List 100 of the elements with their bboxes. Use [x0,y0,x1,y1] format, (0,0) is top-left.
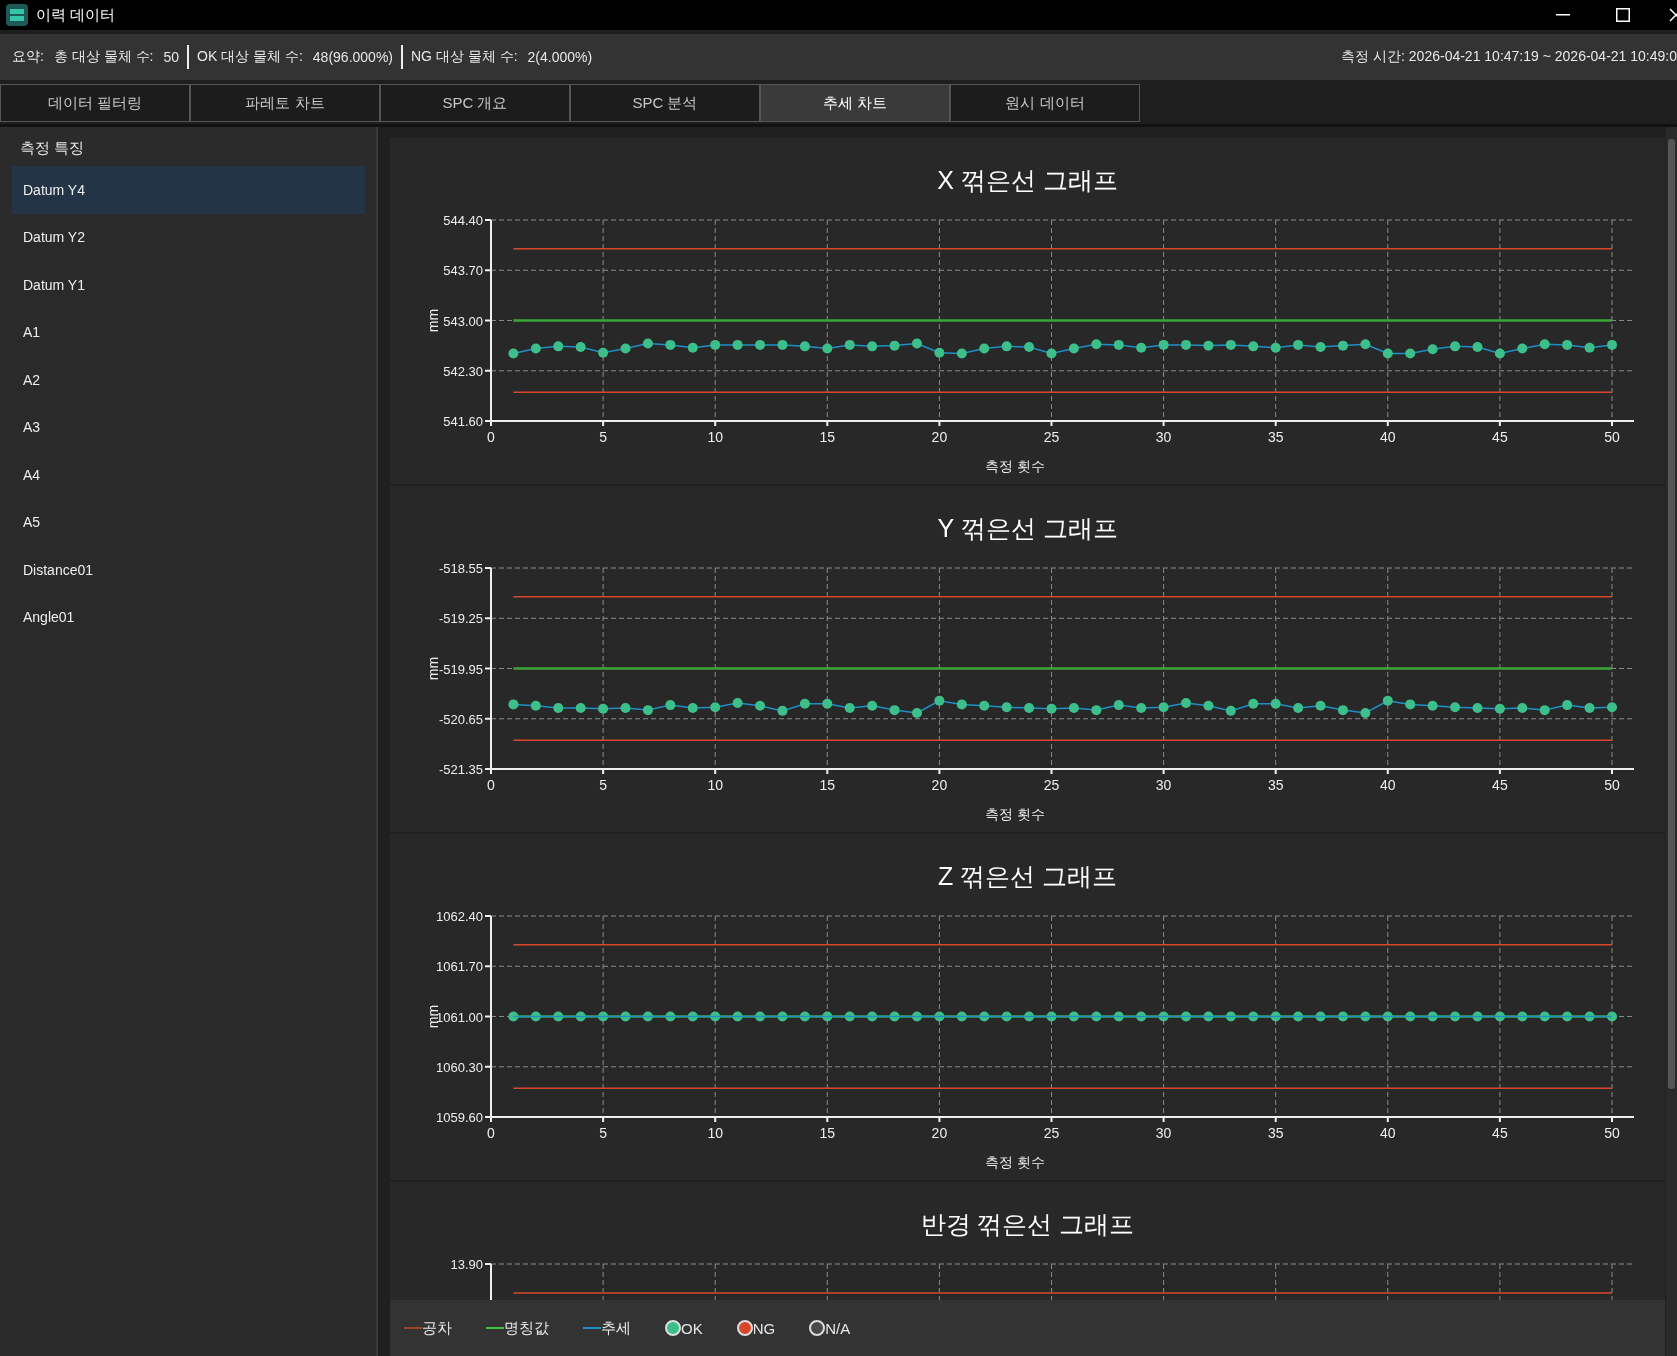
axis-tick-label: 544.40 [443,213,483,228]
axis-tick-label: -520.65 [438,711,483,727]
data-point [1248,698,1259,709]
tab[interactable]: 데이터 필터링 [0,84,190,122]
data-point [1225,1011,1236,1022]
axis-tick-label: 30 [1155,1125,1172,1141]
scrollbar[interactable] [1666,127,1677,1356]
axis-tick-label: 1061.70 [436,959,483,975]
axis-tick-label: 0 [487,1125,495,1141]
data-point [1024,342,1035,353]
data-point [1315,342,1326,353]
list-item[interactable]: A1 [12,308,365,356]
data-point [822,698,833,709]
data-point [934,695,945,706]
axis-tick-label: 543.00 [443,313,483,329]
data-point [710,702,721,713]
axis-tick-label: 0 [487,777,495,793]
data-point [1607,702,1617,713]
data-point [1293,1011,1304,1022]
axis-tick-label: 5 [599,1125,607,1141]
tab[interactable]: 추세 차트 [760,84,950,122]
data-point [799,1011,810,1022]
axis-tick-label: 40 [1380,429,1396,445]
data-point [1450,341,1461,352]
data-point [1203,700,1214,711]
tab[interactable]: 파레토 차트 [190,84,380,122]
axis-tick-label: 50 [1604,429,1620,445]
data-point [844,339,855,350]
data-point [912,1011,922,1022]
axis-tick-label: 15 [819,777,836,793]
data-point [844,703,855,713]
list-item[interactable]: Datum Y4 [12,166,365,214]
data-point [1472,1011,1483,1022]
data-point [1539,1011,1550,1022]
data-point [1494,1011,1505,1022]
axis-tick-label: 35 [1267,429,1284,445]
data-point [1562,700,1573,711]
data-point [1024,703,1035,713]
data-point [1113,339,1124,350]
list-item[interactable]: A3 [12,403,365,451]
list-item[interactable]: Distance01 [12,546,365,594]
data-point [1091,705,1102,716]
list-item[interactable]: Datum Y1 [12,261,365,309]
data-point [1382,695,1393,706]
axis-tick-label: -521.35 [438,762,483,777]
data-point [530,343,541,354]
data-point [822,1011,833,1022]
data-point [1136,342,1147,353]
data-point [1293,703,1304,713]
data-point [1068,1011,1079,1022]
chart-title: X 꺾은선 그래프 [937,165,1118,196]
axis-tick-label: 13.90 [450,1257,483,1272]
axis-tick-label: 15 [819,1125,836,1141]
data-point [1270,1011,1281,1022]
data-point [1225,705,1236,716]
data-point [1584,703,1595,713]
tab[interactable]: 원시 데이터 [950,84,1140,122]
list-item[interactable]: A5 [12,498,365,546]
list-item[interactable]: A4 [12,451,365,499]
data-point [1517,343,1528,354]
data-point [956,699,967,710]
list-item[interactable]: A2 [12,356,365,404]
stat-value: 48(96.000%) [312,49,393,65]
axis-tick-label: -518.55 [438,561,483,576]
axis-tick-label: 1060.30 [436,1059,483,1075]
list-item[interactable]: Datum Y2 [12,213,365,261]
data-point [889,340,900,351]
measurement-time: 측정 시간: 2026-04-21 10:47:19 ~ 2026-04-21 10:49:0 [1341,48,1677,66]
data-point [687,703,698,713]
data-point [1584,342,1595,353]
window-title: 이력 데이터 [36,5,116,25]
tab[interactable]: SPC 분석 [570,84,760,122]
data-point [732,697,743,708]
data-point [1136,1011,1147,1022]
tab[interactable]: SPC 개요 [380,84,570,122]
axis-title: 측정 횟수 [985,806,1045,822]
data-point [1068,343,1079,354]
data-point [1248,1011,1259,1022]
data-point [755,700,766,711]
data-point [1001,341,1012,352]
data-point [665,700,676,711]
data-point [1024,1011,1035,1022]
data-point [799,698,810,709]
axis-tick-label: 5 [599,777,607,793]
axis-tick-label: 15 [819,429,836,445]
data-point [620,343,631,354]
legend-label: N/A [825,1319,851,1337]
data-point [508,348,519,359]
axis-tick-label: -519.95 [438,661,483,677]
data-point [1113,1011,1124,1022]
list-item[interactable]: Angle01 [12,593,365,641]
data-point [1315,1011,1326,1022]
data-point [1337,705,1348,716]
data-point [1113,700,1124,711]
data-point [1068,703,1079,713]
data-point [1494,348,1505,359]
axis-tick-label: 35 [1267,777,1284,793]
axis-tick-label: 5 [599,429,607,445]
stat-value: 2(4.000%) [527,49,593,65]
data-point [1427,700,1438,711]
